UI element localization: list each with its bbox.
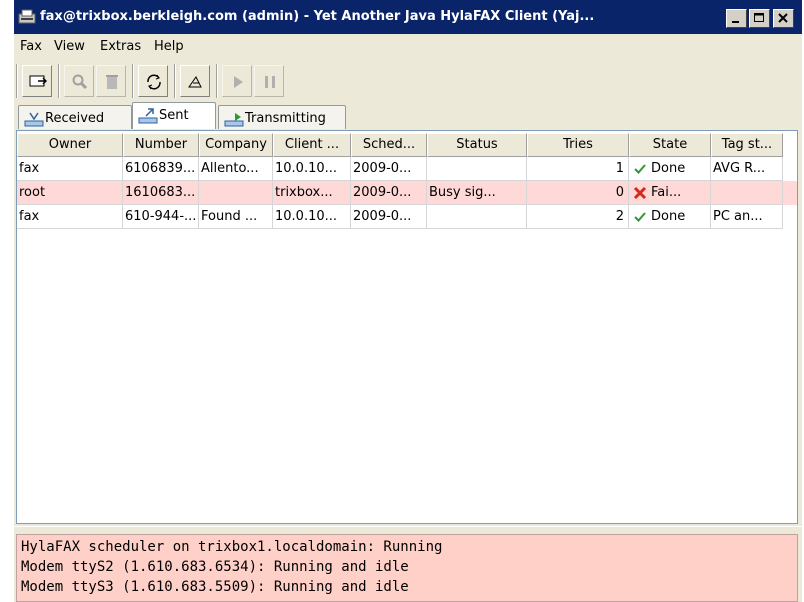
- cell-state: Fai...: [629, 181, 711, 205]
- cell-status: Busy sig...: [427, 181, 527, 205]
- cell-company: Allento...: [199, 157, 273, 181]
- cell-owner: fax: [17, 157, 123, 181]
- server-status-panel: HylaFAX scheduler on trixbox1.localdomai…: [16, 534, 798, 602]
- refresh-icon: [147, 74, 161, 90]
- app-window: fax@trixbox.berkleigh.com (admin) - Yet …: [14, 0, 802, 602]
- column-header-sched[interactable]: Sched...: [351, 133, 427, 157]
- cell-sched: 2009-0...: [351, 181, 427, 205]
- menu-fax[interactable]: Fax: [20, 39, 42, 54]
- cell-tag: AVG R...: [711, 157, 783, 181]
- toolbar-separator: [132, 64, 134, 98]
- cell-client: 10.0.10...: [273, 157, 351, 181]
- menu-bar: Fax View Extras Help: [14, 34, 802, 60]
- maximize-button[interactable]: [749, 9, 770, 28]
- send-fax-icon: [29, 75, 47, 87]
- column-header-state[interactable]: State: [629, 133, 711, 157]
- column-header-tag[interactable]: Tag st...: [711, 133, 783, 157]
- outbox-icon: [138, 108, 158, 124]
- toolbar: [14, 62, 802, 102]
- cell-company: [199, 181, 273, 205]
- error-x-icon: [633, 186, 647, 200]
- cell-owner: fax: [17, 205, 123, 229]
- cell-tries: 0: [527, 181, 629, 205]
- cell-tries: 2: [527, 205, 629, 229]
- table-header: Owner Number Company Client ... Sched...…: [17, 133, 797, 157]
- toolbar-separator: [216, 64, 218, 98]
- menu-view[interactable]: View: [54, 39, 85, 54]
- refresh-button[interactable]: [138, 65, 168, 97]
- title-bar[interactable]: fax@trixbox.berkleigh.com (admin) - Yet …: [14, 0, 802, 34]
- status-line: Modem ttyS3 (1.610.683.5509): Running an…: [21, 579, 409, 595]
- tab-received[interactable]: Received: [18, 105, 132, 129]
- cell-number: 1610683...: [123, 181, 199, 205]
- cell-tag: [711, 181, 783, 205]
- resume-button[interactable]: [222, 65, 252, 97]
- fax-app-icon: [18, 9, 36, 25]
- delete-fax-button[interactable]: [96, 65, 126, 97]
- resubmit-button[interactable]: [180, 65, 210, 97]
- column-header-status[interactable]: Status: [427, 133, 527, 157]
- table-row[interactable]: fax 6106839... Allento... 10.0.10... 200…: [17, 157, 797, 181]
- close-button[interactable]: [773, 9, 794, 28]
- column-header-client[interactable]: Client ...: [273, 133, 351, 157]
- tab-strip: Received Sent Transmitting: [14, 102, 802, 130]
- status-line: Modem ttyS2 (1.610.683.6534): Running an…: [21, 559, 409, 575]
- toolbar-separator: [174, 64, 176, 98]
- status-line: HylaFAX scheduler on trixbox1.localdomai…: [21, 539, 443, 555]
- check-icon: [634, 212, 646, 222]
- sent-faxes-table[interactable]: Owner Number Company Client ... Sched...…: [16, 130, 798, 524]
- cell-tag: PC an...: [711, 205, 783, 229]
- inbox-icon: [24, 112, 44, 127]
- menu-help[interactable]: Help: [154, 39, 184, 54]
- window-title: fax@trixbox.berkleigh.com (admin) - Yet …: [40, 9, 595, 24]
- minimize-button[interactable]: [726, 9, 747, 28]
- cell-status: [427, 157, 527, 181]
- cell-client: trixbox...: [273, 181, 351, 205]
- table-row[interactable]: root 1610683... trixbox... 2009-0... Bus…: [17, 181, 797, 205]
- tab-sent[interactable]: Sent: [132, 102, 216, 129]
- tab-transmitting[interactable]: Transmitting: [218, 105, 346, 129]
- cell-sched: 2009-0...: [351, 205, 427, 229]
- view-fax-button[interactable]: [64, 65, 94, 97]
- resume-icon: [234, 76, 243, 88]
- check-icon: [634, 164, 646, 174]
- send-fax-button[interactable]: [22, 65, 52, 97]
- column-header-owner[interactable]: Owner: [17, 133, 123, 157]
- view-icon: [72, 74, 88, 90]
- cell-client: 10.0.10...: [273, 205, 351, 229]
- table-row[interactable]: fax 610-944-... Found ... 10.0.10... 200…: [17, 205, 797, 229]
- suspend-icon: [265, 76, 275, 88]
- cell-number: 610-944-...: [123, 205, 199, 229]
- menu-extras[interactable]: Extras: [100, 39, 141, 54]
- toolbar-separator: [16, 64, 18, 98]
- resubmit-icon: [188, 76, 202, 88]
- cell-number: 6106839...: [123, 157, 199, 181]
- suspend-button[interactable]: [254, 65, 284, 97]
- cell-owner: root: [17, 181, 123, 205]
- cell-state: Done: [629, 205, 711, 229]
- cell-state: Done: [629, 157, 711, 181]
- delete-icon: [106, 75, 118, 89]
- cell-sched: 2009-0...: [351, 157, 427, 181]
- cell-company: Found ...: [199, 205, 273, 229]
- column-header-tries[interactable]: Tries: [527, 133, 629, 157]
- split-pane-divider[interactable]: [14, 526, 802, 534]
- toolbar-separator: [58, 64, 60, 98]
- cell-status: [427, 205, 527, 229]
- transmitting-icon: [224, 113, 244, 127]
- column-header-company[interactable]: Company: [199, 133, 273, 157]
- column-header-number[interactable]: Number: [123, 133, 199, 157]
- cell-tries: 1: [527, 157, 629, 181]
